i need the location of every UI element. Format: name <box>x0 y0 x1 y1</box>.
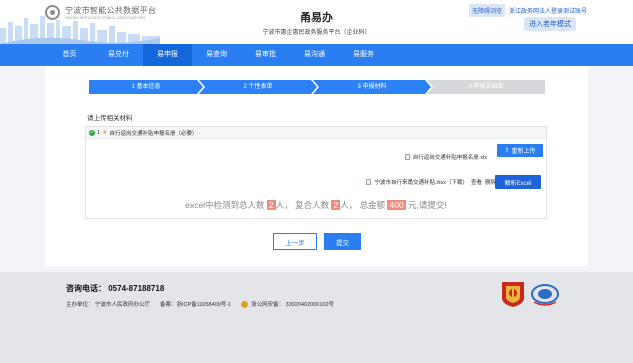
elder-mode-button[interactable]: 进入老年模式 <box>524 17 576 31</box>
upload-section-title: 请上传相关材料 <box>87 115 133 122</box>
progress-steps: 1 基本信息 2 个性表单 3 申报材料 4 申报告知单 <box>89 80 545 94</box>
step-basic-info: 1 基本信息 <box>89 80 203 94</box>
file-icon <box>404 154 410 160</box>
reupload-button[interactable]: ⇪ 重新上传 <box>497 144 543 157</box>
header: 宁波市智能公共数据平台 NINGBO INTELLIGENT PUBLIC DA… <box>0 0 633 44</box>
police-badge-icon <box>241 301 249 309</box>
login-account-link[interactable]: 浙江政务网法人登录测试账号 <box>509 6 587 15</box>
material-name: 自行返岗交通补贴申报名册（必要） <box>109 130 198 137</box>
uploaded-file-row: 自行返岗交通补贴申报名册.xls <box>404 153 487 161</box>
police-record[interactable]: 浙公网安备： 33020402000102号 <box>251 302 334 308</box>
government-service-badge-icon[interactable] <box>530 282 560 308</box>
upload-icon: ⇪ <box>504 148 510 154</box>
material-index: 1 <box>97 129 101 136</box>
result-text: 复合人数 <box>295 200 330 210</box>
material-header: ✓ 1 ★ 自行返岗交通补贴申报名册（必要） <box>86 127 546 139</box>
result-suffix: 元,请提交! <box>408 200 447 210</box>
template-file-row: 宁波市自行来甬交通补贴.xlsx（下载） 查看 删除 <box>366 178 496 186</box>
file-icon <box>366 179 372 185</box>
step-notice: 4 申报告知单 <box>427 80 545 94</box>
parse-excel-button[interactable]: 解析Excel <box>495 175 541 189</box>
nav-item-communicate[interactable]: 易沟通 <box>290 44 339 66</box>
icp-record[interactable]: 备案：浙ICP备11058409号-1 <box>160 300 231 308</box>
step-custom-form: 2 个性表单 <box>199 80 317 94</box>
submit-button[interactable]: 提交 <box>324 233 361 250</box>
hotline: 咨询电话： 0574-87188718 <box>66 284 165 293</box>
uploaded-file-name[interactable]: 自行返岗交通补贴申报名册.xls <box>413 153 487 161</box>
parse-result-text: excel中检测到总人数 2 人， 复合人数 2 人， 总金额 400 元,请提交! <box>86 199 546 211</box>
required-star-icon: ★ <box>102 130 108 136</box>
footer-info: 主办单位： 宁波市人民政府办公厅 备案：浙ICP备11058409号-1 浙公网… <box>66 300 334 309</box>
application-card: 1 基本信息 2 个性表单 3 申报材料 4 申报告知单 请上传相关材料 ✓ 1… <box>45 66 588 266</box>
step-materials: 3 申报材料 <box>313 80 431 94</box>
result-text: 人， <box>340 200 358 210</box>
party-emblem-badge-icon[interactable] <box>500 280 526 308</box>
footer: 咨询电话： 0574-87188718 主办单位： 宁波市人民政府办公厅 备案：… <box>0 272 633 363</box>
nav-item-service[interactable]: 易服务 <box>339 44 388 66</box>
nav-item-apply[interactable]: 易申报 <box>143 44 192 66</box>
check-icon: ✓ <box>89 129 95 136</box>
total-amount: 400 <box>387 200 406 210</box>
accessibility-button[interactable]: 无障碍浏览 <box>468 4 505 17</box>
nav-item-approval[interactable]: 易审批 <box>241 44 290 66</box>
result-prefix: excel中检测到总人数 <box>185 200 265 210</box>
view-link[interactable]: 查看 <box>471 178 482 186</box>
result-text: 人， <box>275 200 293 210</box>
nav-item-query[interactable]: 易查询 <box>192 44 241 66</box>
reupload-label: 重新上传 <box>511 149 536 155</box>
host-unit: 主办单位： 宁波市人民政府办公厅 <box>66 302 151 309</box>
result-text: 总金额 <box>359 200 386 210</box>
nav-item-payment[interactable]: 易兑付 <box>94 44 143 66</box>
material-item: ✓ 1 ★ 自行返岗交通补贴申报名册（必要） 自行返岗交通补贴申报名册.xls … <box>85 126 547 219</box>
total-people-count: 2 <box>266 200 276 210</box>
main-nav: 首页 易兑付 易申报 易查询 易审批 易沟通 易服务 <box>0 44 633 66</box>
previous-step-button[interactable]: 上一步 <box>273 233 317 250</box>
valid-people-count: 2 <box>331 200 341 210</box>
template-download-link[interactable]: 宁波市自行来甬交通补贴.xlsx（下载） <box>374 178 468 186</box>
nav-item-home[interactable]: 首页 <box>45 44 94 66</box>
